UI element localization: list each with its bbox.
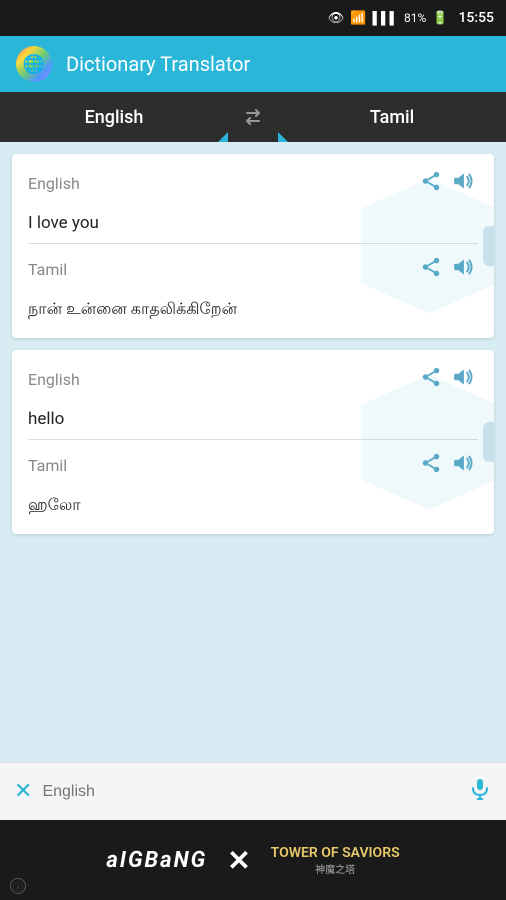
main-content: English <box>0 142 506 860</box>
eye-icon: 👁 <box>328 11 345 26</box>
target-lang-button[interactable]: Tamil <box>278 92 506 142</box>
target-lang-label: Tamil <box>370 107 414 128</box>
ad-game-name: TOWER OF SAVIORS <box>271 845 400 861</box>
status-time: 15:55 <box>458 10 494 26</box>
bottom-input-bar: ✕ <box>0 762 506 820</box>
ad-content: aIGBaNG ✕ TOWER OF SAVIORS 神魔之塔 <box>0 844 506 877</box>
translation-card-2: English <box>12 350 494 534</box>
mic-icon <box>468 777 492 801</box>
battery-icon: 🔋 <box>432 11 448 26</box>
ad-banner: aIGBaNG ✕ TOWER OF SAVIORS 神魔之塔 ⓘ <box>0 820 506 900</box>
status-icons: 👁 📶 ▌▌▌ 81% 🔋 15:55 <box>328 10 494 26</box>
search-input[interactable] <box>42 783 458 801</box>
battery-percent: 81% <box>404 11 426 25</box>
status-bar: 👁 📶 ▌▌▌ 81% 🔋 15:55 <box>0 0 506 36</box>
card-2-source-lang: English <box>28 370 80 389</box>
ad-brand: aIGBaNG <box>106 848 207 873</box>
mic-button[interactable] <box>468 777 492 807</box>
wifi-icon: 📶 <box>350 11 366 26</box>
ad-game-info: TOWER OF SAVIORS 神魔之塔 <box>271 845 400 876</box>
language-bar: English Tamil <box>0 92 506 142</box>
target-lang-arrow <box>278 132 288 142</box>
source-lang-arrow <box>218 132 228 142</box>
card-watermark-1 <box>354 171 494 321</box>
swap-languages-button[interactable] <box>228 103 278 131</box>
close-search-button[interactable]: ✕ <box>14 779 32 804</box>
card-watermark-2 <box>354 367 494 517</box>
app-bar: 🌐 Dictionary Translator <box>0 36 506 92</box>
signal-icon: ▌▌▌ <box>372 11 398 25</box>
card-1-target-lang: Tamil <box>28 260 67 279</box>
card-1-source-lang: English <box>28 174 80 193</box>
card-2-notch <box>483 422 494 462</box>
card-1-notch <box>483 226 494 266</box>
app-title: Dictionary Translator <box>66 52 250 76</box>
ad-game-subtitle: 神魔之塔 <box>271 861 400 876</box>
ad-separator: ✕ <box>227 844 250 877</box>
swap-icon <box>239 103 267 131</box>
source-lang-label: English <box>85 107 144 128</box>
app-icon: 🌐 <box>16 46 52 82</box>
translation-card-1: English <box>12 154 494 338</box>
card-2-target-lang: Tamil <box>28 456 67 475</box>
ad-info-button[interactable]: ⓘ <box>10 878 26 894</box>
source-lang-button[interactable]: English <box>0 92 228 142</box>
